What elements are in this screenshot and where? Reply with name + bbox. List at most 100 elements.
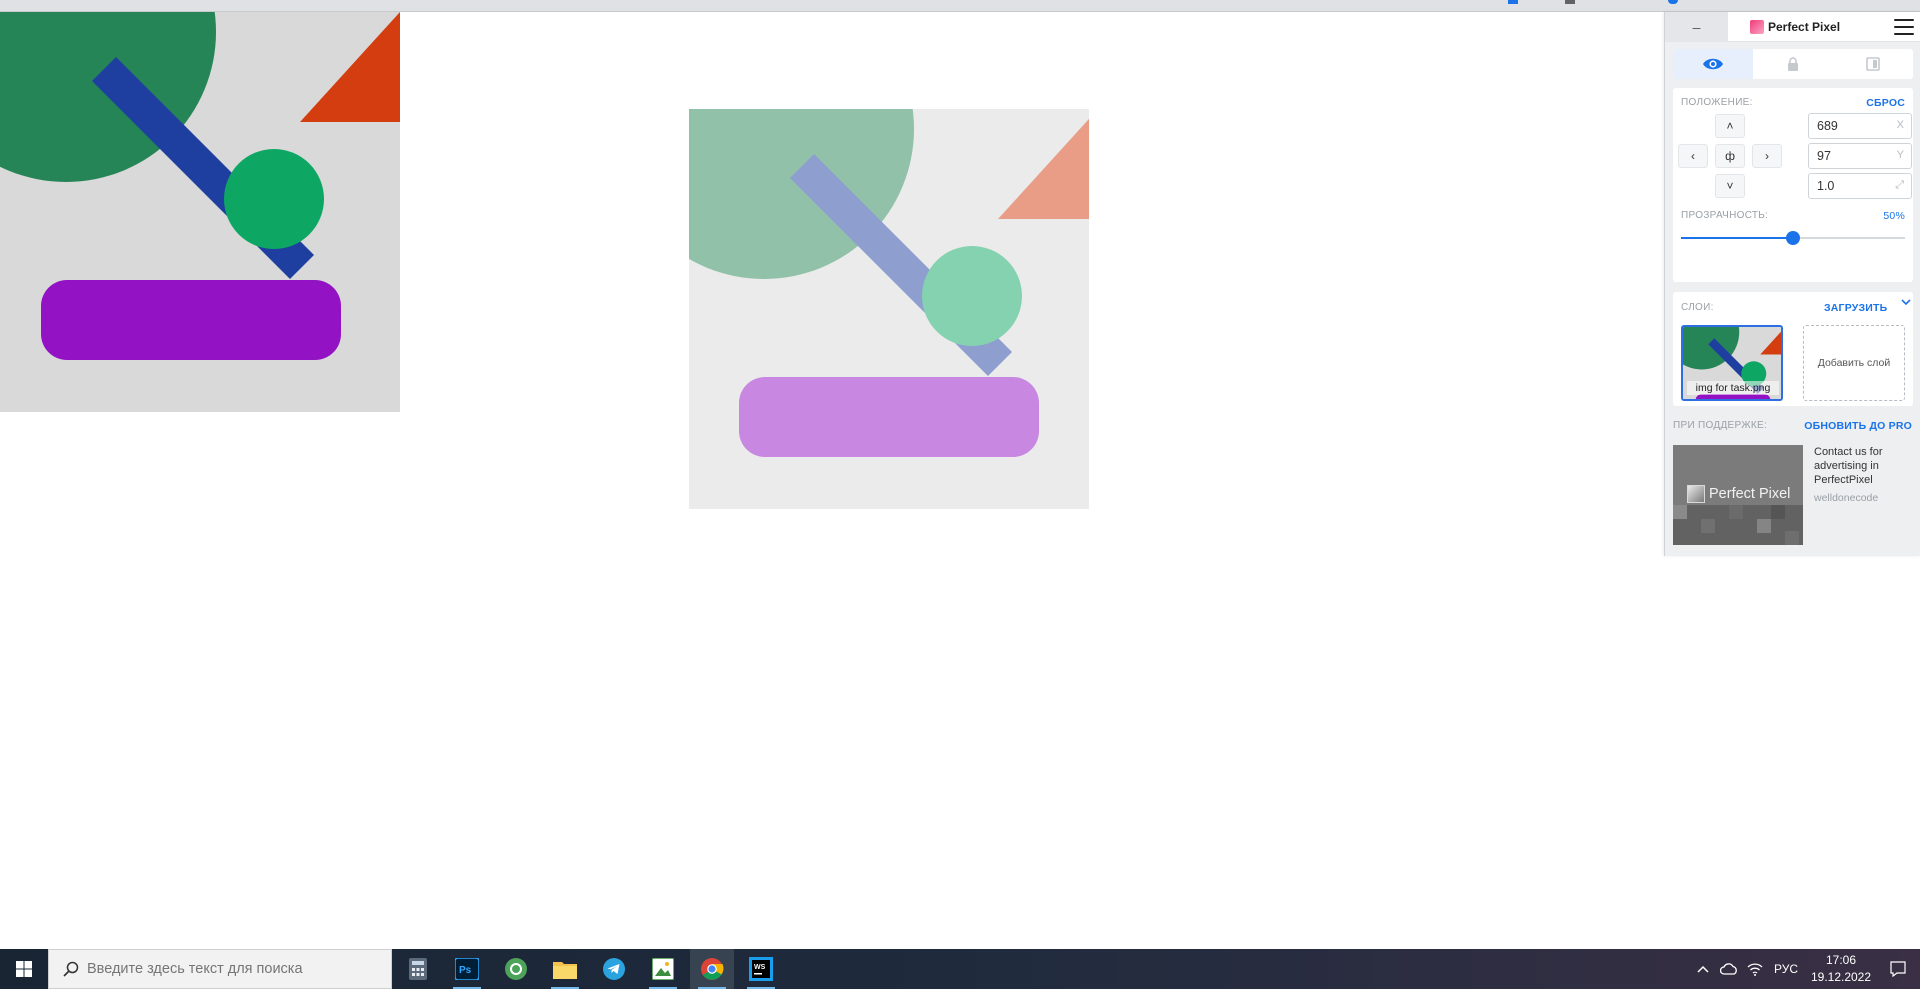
x-axis-label: X — [1896, 119, 1904, 131]
upgrade-pro-link[interactable]: ОБНОВИТЬ ДО PRO — [1804, 420, 1912, 432]
tab-invert[interactable] — [1833, 49, 1913, 79]
svg-text:Ps: Ps — [459, 965, 472, 976]
taskbar-calculator[interactable] — [396, 949, 440, 989]
position-label: ПОЛОЖЕНИЕ: — [1681, 97, 1753, 108]
tab-visibility[interactable] — [1673, 49, 1753, 79]
action-center-button[interactable] — [1880, 949, 1916, 989]
browser-top-strip — [0, 0, 1920, 12]
small-green-circle — [224, 149, 324, 249]
folder-icon — [553, 962, 577, 979]
position-card: ПОЛОЖЕНИЕ: СБРОС ˄ ‹ ф › ˅ X Y ⤢ ПРОЗРАЧ… — [1673, 88, 1913, 282]
taskbar-telegram[interactable] — [592, 949, 636, 989]
image-viewer-icon — [652, 958, 674, 980]
notification-icon — [1890, 961, 1906, 977]
windows-logo-icon — [16, 961, 32, 977]
clock[interactable]: 17:06 19.12.2022 — [1804, 949, 1878, 989]
pixel-overlay-image[interactable] — [689, 109, 1089, 509]
eye-icon — [1703, 58, 1723, 70]
perfect-pixel-logo-icon — [1750, 20, 1764, 34]
reset-button[interactable]: СБРОС — [1866, 97, 1905, 109]
wifi-icon — [1747, 963, 1763, 976]
tab-lock[interactable] — [1753, 49, 1833, 79]
extension-icon[interactable] — [1668, 0, 1678, 4]
orange-triangle — [300, 12, 400, 122]
x-position-input[interactable] — [1809, 114, 1889, 138]
ad-banner-title: Perfect Pixel — [1709, 486, 1791, 502]
show-hidden-icons-button[interactable] — [1690, 949, 1716, 989]
ad-text: Contact us for advertising in PerfectPix… — [1814, 446, 1883, 486]
ad-brand-link[interactable]: welldonecode — [1814, 492, 1878, 504]
ad-banner[interactable]: Perfect Pixel — [1673, 445, 1803, 545]
photoshop-icon: Ps — [455, 958, 479, 980]
taskbar-image-viewer[interactable] — [641, 949, 685, 989]
orange-triangle — [998, 109, 1089, 219]
x-position-field: X — [1808, 113, 1912, 139]
add-layer-button[interactable]: Добавить слой — [1803, 325, 1905, 401]
layer-item[interactable]: img for task.png — [1681, 325, 1783, 401]
invert-icon — [1866, 57, 1880, 71]
panel-header: – Perfect Pixel — [1665, 12, 1920, 42]
orange-triangle — [1760, 327, 1781, 355]
hamburger-menu-icon[interactable] — [1894, 19, 1914, 35]
language-indicator[interactable]: РУС — [1768, 949, 1804, 989]
purple-pill — [1695, 394, 1771, 399]
y-position-input[interactable] — [1809, 144, 1889, 168]
clock-time: 17:06 — [1825, 953, 1857, 967]
panel-title: Perfect Pixel — [1768, 20, 1841, 34]
calculator-icon — [409, 958, 427, 980]
taskbar-sourcetree[interactable] — [494, 949, 538, 989]
layers-card: СЛОИ: ЗАГРУЗИТЬ img for task.png Добавит… — [1673, 292, 1913, 406]
lock-icon — [1788, 57, 1798, 71]
cloud-icon — [1720, 963, 1737, 975]
nudge-right-button[interactable]: › — [1752, 144, 1782, 168]
screen: – Perfect Pixel ПОЛОЖЕНИЕ: СБРОС ˄ ‹ ф ›… — [0, 0, 1920, 989]
page-composition — [0, 12, 400, 412]
extension-icon[interactable] — [1565, 0, 1575, 4]
webstorm-icon: WS — [749, 957, 773, 981]
taskbar-chrome[interactable] — [690, 949, 734, 989]
search-input[interactable] — [87, 950, 387, 988]
resize-icon: ⤢ — [1895, 179, 1904, 191]
nudge-up-button[interactable]: ˄ — [1715, 114, 1745, 138]
layer-name: img for task.png — [1687, 381, 1779, 395]
purple-pill — [739, 377, 1039, 457]
telegram-icon — [603, 958, 625, 980]
start-button[interactable] — [0, 949, 48, 989]
opacity-value: 50% — [1883, 210, 1905, 222]
taskbar-webstorm[interactable]: WS — [739, 949, 783, 989]
y-axis-label: Y — [1896, 149, 1904, 161]
scale-input[interactable] — [1809, 174, 1889, 198]
svg-text:WS: WS — [754, 964, 766, 971]
y-position-field: Y — [1808, 143, 1912, 169]
support-label: ПРИ ПОДДЕРЖКЕ: — [1673, 420, 1768, 431]
nudge-left-button[interactable]: ‹ — [1678, 144, 1708, 168]
cloud-sync-tray-icon[interactable] — [1716, 949, 1742, 989]
center-button[interactable]: ф — [1715, 144, 1745, 168]
slider-fill — [1681, 237, 1793, 239]
chrome-icon — [701, 958, 724, 980]
panel-toggle-tabs — [1673, 49, 1913, 79]
extension-icon[interactable] — [1508, 0, 1518, 4]
perfect-pixel-panel: – Perfect Pixel ПОЛОЖЕНИЕ: СБРОС ˄ ‹ ф ›… — [1664, 12, 1920, 556]
search-icon — [63, 961, 79, 977]
taskbar: Ps WS РУС 17:06 19.12 — [0, 949, 1920, 989]
layers-label: СЛОИ: — [1681, 302, 1714, 313]
taskbar-search — [48, 949, 392, 989]
small-green-circle — [922, 246, 1022, 346]
sourcetree-icon — [505, 958, 527, 980]
taskbar-file-explorer[interactable] — [543, 949, 587, 989]
chevron-down-icon[interactable] — [1901, 297, 1911, 307]
purple-pill — [41, 280, 341, 360]
opacity-slider[interactable] — [1681, 231, 1905, 245]
minimize-button[interactable]: – — [1665, 12, 1728, 42]
nudge-down-button[interactable]: ˅ — [1715, 174, 1745, 198]
clock-date: 19.12.2022 — [1810, 970, 1872, 984]
perfect-pixel-logo-icon — [1687, 485, 1705, 503]
opacity-label: ПРОЗРАЧНОСТЬ: — [1681, 210, 1769, 221]
slider-thumb[interactable] — [1786, 231, 1800, 245]
upload-button[interactable]: ЗАГРУЗИТЬ — [1824, 302, 1887, 314]
scale-field: ⤢ — [1808, 173, 1912, 199]
taskbar-photoshop[interactable]: Ps — [445, 949, 489, 989]
chevron-up-icon — [1697, 965, 1709, 973]
network-tray-icon[interactable] — [1742, 949, 1768, 989]
